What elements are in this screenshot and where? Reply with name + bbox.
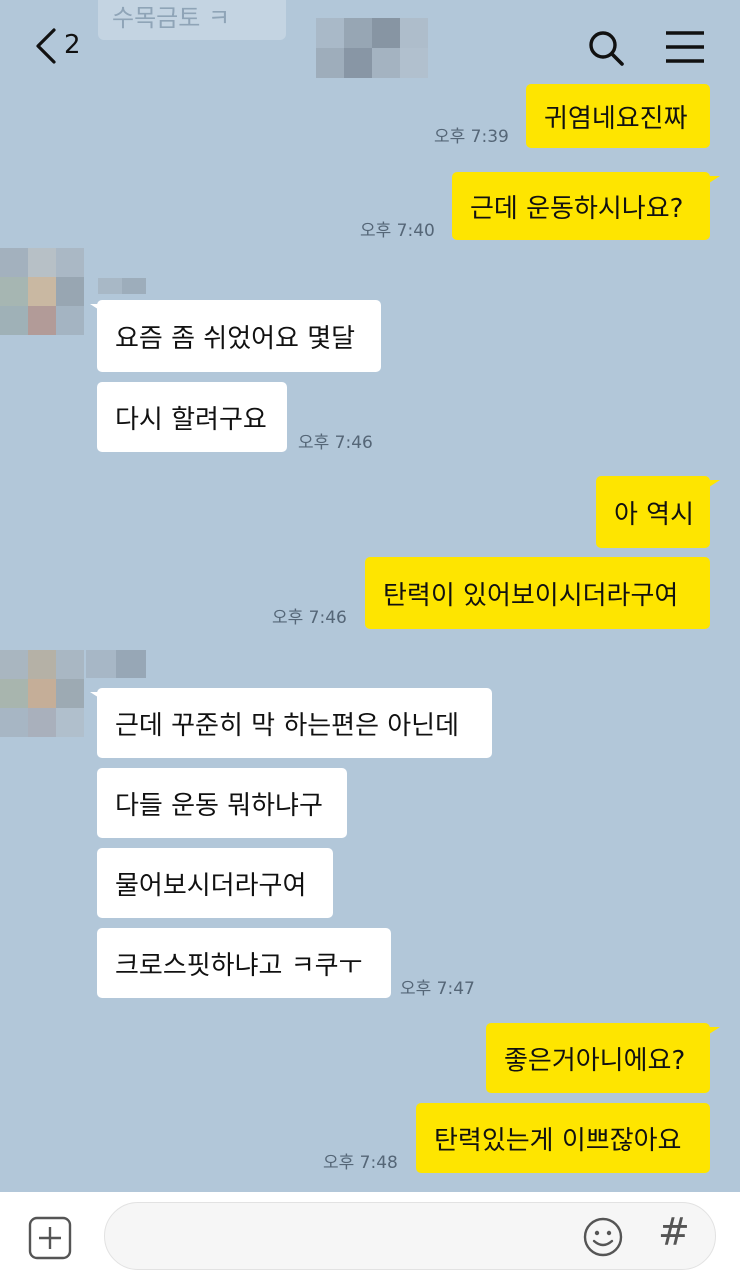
- emoji-icon[interactable]: [582, 1216, 624, 1258]
- message-bubble-sent[interactable]: 탄력이 있어보이시더라구여: [365, 557, 710, 629]
- message-bubble-sent[interactable]: 좋은거아니에요?: [486, 1023, 710, 1093]
- search-icon[interactable]: [586, 28, 626, 68]
- message-bubble-received[interactable]: 근데 꾸준히 막 하는편은 아닌데: [97, 688, 492, 758]
- unread-count: 2: [64, 30, 81, 60]
- message-time: 오후 7:46: [298, 433, 373, 453]
- blurred-sender-name: [86, 650, 146, 678]
- menu-icon[interactable]: [664, 30, 706, 64]
- message-bubble-received[interactable]: 크로스핏하냐고 ㅋ쿠ㅜ: [97, 928, 391, 998]
- notice-preview[interactable]: 수목금토 ㅋ: [98, 0, 286, 40]
- blurred-chat-name: [316, 18, 428, 78]
- message-bubble-sent[interactable]: 귀염네요진짜: [526, 84, 710, 148]
- message-time: 오후 7:47: [400, 979, 475, 999]
- message-bubble-received[interactable]: 물어보시더라구여: [97, 848, 333, 918]
- message-time: 오후 7:39: [434, 127, 509, 147]
- avatar[interactable]: [0, 650, 84, 737]
- message-time: 오후 7:40: [360, 221, 435, 241]
- message-bubble-sent[interactable]: 탄력있는게 이쁘잖아요: [416, 1103, 710, 1173]
- message-bubble-sent[interactable]: 근데 운동하시나요?: [452, 172, 710, 240]
- back-arrow-icon[interactable]: [28, 26, 68, 66]
- message-bubble-received[interactable]: 다시 할려구요: [97, 382, 287, 452]
- message-bubble-sent[interactable]: 아 역시: [596, 476, 710, 548]
- blurred-sender-name: [98, 278, 146, 294]
- message-input[interactable]: [104, 1202, 716, 1270]
- message-time: 오후 7:46: [272, 608, 347, 628]
- message-bubble-received[interactable]: 다들 운동 뭐하냐구: [97, 768, 347, 838]
- hashtag-search-icon[interactable]: #: [658, 1210, 690, 1254]
- avatar[interactable]: [0, 248, 84, 335]
- add-attachment-icon[interactable]: [28, 1216, 72, 1260]
- message-time: 오후 7:48: [323, 1153, 398, 1173]
- message-bubble-received[interactable]: 요즘 좀 쉬었어요 몇달: [97, 300, 381, 372]
